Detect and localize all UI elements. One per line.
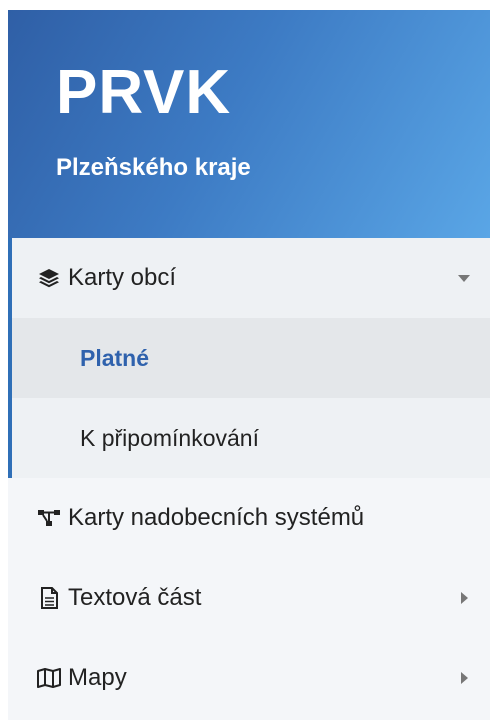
map-icon bbox=[36, 665, 62, 691]
menu-item-textova-cast[interactable]: Textová část bbox=[8, 558, 490, 638]
sidebar-menu: Karty obcí Platné K připomínkování Karty… bbox=[8, 238, 490, 718]
menu-item-label: Textová část bbox=[68, 584, 202, 611]
submenu-item-platne[interactable]: Platné bbox=[8, 318, 490, 398]
chevron-right-icon bbox=[454, 588, 474, 608]
sidebar-header: PRVK Plzeňského kraje bbox=[8, 10, 490, 238]
menu-item-label: Mapy bbox=[68, 664, 127, 691]
sidebar: PRVK Plzeňského kraje Karty obcí Platné … bbox=[8, 10, 490, 720]
submenu-item-k-pripominkovani[interactable]: K připomínkování bbox=[8, 398, 490, 478]
brand-subtitle: Plzeňského kraje bbox=[56, 154, 251, 181]
menu-item-mapy[interactable]: Mapy bbox=[8, 638, 490, 718]
chevron-down-icon bbox=[454, 268, 474, 288]
menu-group-karty-obci: Karty obcí Platné K připomínkování bbox=[8, 238, 490, 478]
menu-item-label: Karty nadobecních systémů bbox=[68, 504, 365, 531]
menu-item-karty-obci[interactable]: Karty obcí bbox=[8, 238, 490, 318]
document-icon bbox=[36, 585, 62, 611]
network-icon bbox=[36, 505, 62, 531]
menu-item-label: Karty obcí bbox=[68, 264, 177, 291]
layers-icon bbox=[36, 265, 62, 291]
chevron-right-icon bbox=[454, 668, 474, 688]
menu-item-karty-nadobecnich-systemu[interactable]: Karty nadobecních systémů bbox=[8, 478, 490, 558]
brand-title[interactable]: PRVK bbox=[56, 62, 490, 124]
